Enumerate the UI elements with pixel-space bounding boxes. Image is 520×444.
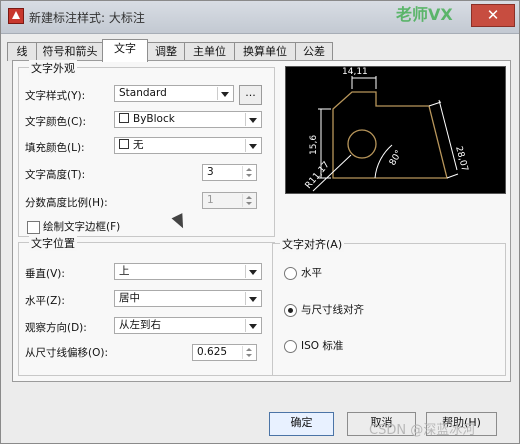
preview-top-dimension: 14,11: [342, 67, 368, 77]
tab-symbols-arrows[interactable]: 符号和箭头: [36, 42, 104, 61]
fraction-height-input: 1: [202, 192, 257, 209]
chevron-down-icon[interactable]: [245, 292, 260, 305]
vertical-select[interactable]: 上: [114, 263, 262, 280]
text-style-label: 文字样式(Y):: [25, 90, 86, 102]
draw-frame-label: 绘制文字边框(F): [43, 221, 121, 233]
text-color-select[interactable]: ByBlock: [114, 111, 262, 128]
text-alignment-group: 文字对齐(A) 水平 与尺寸线对齐 ISO 标准: [272, 236, 506, 376]
offset-label: 从尺寸线偏移(O):: [25, 347, 108, 359]
text-color-value: ByBlock: [133, 113, 175, 125]
spinner-icon[interactable]: [242, 166, 255, 179]
text-alignment-title: 文字对齐(A): [280, 236, 345, 252]
preview-angle-dimension: 80°: [388, 149, 405, 168]
color-swatch-icon: [119, 113, 129, 123]
vertical-value: 上: [119, 265, 130, 277]
draw-frame-checkbox[interactable]: [27, 221, 40, 234]
alignment-horizontal-label: 水平: [301, 267, 322, 279]
chevron-down-icon[interactable]: [245, 113, 260, 126]
tab-text[interactable]: 文字: [102, 39, 148, 62]
chevron-down-icon[interactable]: [245, 139, 260, 152]
dimension-style-dialog: 新建标注样式: 大标注 老师VX ✕ 线 符号和箭头 文字 调整 主单位 换算单…: [0, 0, 520, 444]
text-style-value: Standard: [119, 87, 167, 99]
horizontal-label: 水平(Z):: [25, 295, 65, 307]
bottom-watermark: CSDN @深蓝冰河: [369, 423, 476, 438]
text-height-label: 文字高度(T):: [25, 169, 86, 181]
spinner-icon: [242, 194, 255, 207]
window-title: 新建标注样式: 大标注: [29, 11, 145, 25]
fill-swatch-icon: [119, 139, 129, 149]
fraction-height-label: 分数高度比例(H):: [25, 197, 108, 209]
tab-lines[interactable]: 线: [7, 42, 37, 61]
offset-input[interactable]: 0.625: [192, 344, 257, 361]
text-tab-panel: 文字外观 文字样式(Y): Standard ... 文字颜色(C): ByBl…: [12, 60, 511, 382]
top-watermark: 老师VX: [396, 5, 453, 24]
ok-button[interactable]: 确定: [269, 412, 334, 436]
fill-color-value: 无: [133, 139, 144, 151]
preview-right-dimension: 28,07: [453, 145, 469, 172]
spinner-icon[interactable]: [242, 346, 255, 359]
alignment-with-line-radio[interactable]: [284, 304, 297, 317]
text-position-title: 文字位置: [29, 235, 77, 251]
text-height-value: 3: [207, 166, 214, 178]
alignment-horizontal-radio[interactable]: [284, 267, 297, 280]
view-direction-label: 观察方向(D):: [25, 322, 87, 334]
preview-pane: 14,11 15,6 28,07 80° R11,17: [285, 66, 506, 194]
view-direction-select[interactable]: 从左到右: [114, 317, 262, 334]
horizontal-value: 居中: [119, 292, 140, 304]
fraction-height-value: 1: [207, 194, 214, 206]
preview-part-outline: [332, 91, 448, 179]
chevron-down-icon[interactable]: [217, 87, 232, 100]
preview-left-dimension: 15,6: [309, 135, 319, 155]
tab-alternate-units[interactable]: 换算单位: [234, 42, 296, 61]
view-direction-value: 从左到右: [119, 319, 161, 331]
alignment-iso-label: ISO 标准: [301, 340, 344, 352]
tab-fit[interactable]: 调整: [147, 42, 185, 61]
text-appearance-group: 文字外观 文字样式(Y): Standard ... 文字颜色(C): ByBl…: [18, 60, 275, 237]
text-height-input[interactable]: 3: [202, 164, 257, 181]
autocad-app-icon: [8, 8, 24, 24]
dimension-preview-drawing: 14,11 15,6 28,07 80° R11,17: [304, 67, 469, 192]
alignment-with-line-label: 与尺寸线对齐: [301, 304, 364, 316]
chevron-down-icon[interactable]: [245, 319, 260, 332]
title-bar: 新建标注样式: 大标注 老师VX ✕: [1, 1, 519, 34]
text-position-group: 文字位置 垂直(V): 上 水平(Z): 居中 观察方向(D): 从左到右 从尺…: [18, 235, 275, 376]
tab-tolerances[interactable]: 公差: [295, 42, 333, 61]
text-color-label: 文字颜色(C):: [25, 116, 87, 128]
tab-primary-units[interactable]: 主单位: [184, 42, 235, 61]
fill-color-label: 填充颜色(L):: [25, 142, 85, 154]
offset-value: 0.625: [197, 346, 228, 358]
vertical-label: 垂直(V):: [25, 268, 65, 280]
preview-hole: [347, 129, 377, 159]
close-icon[interactable]: ✕: [471, 4, 515, 27]
text-style-select[interactable]: Standard: [114, 85, 234, 102]
text-appearance-title: 文字外观: [29, 60, 77, 76]
alignment-iso-radio[interactable]: [284, 340, 297, 353]
chevron-down-icon[interactable]: [245, 265, 260, 278]
text-style-browse-button[interactable]: ...: [239, 85, 262, 105]
fill-color-select[interactable]: 无: [114, 137, 262, 154]
horizontal-select[interactable]: 居中: [114, 290, 262, 307]
